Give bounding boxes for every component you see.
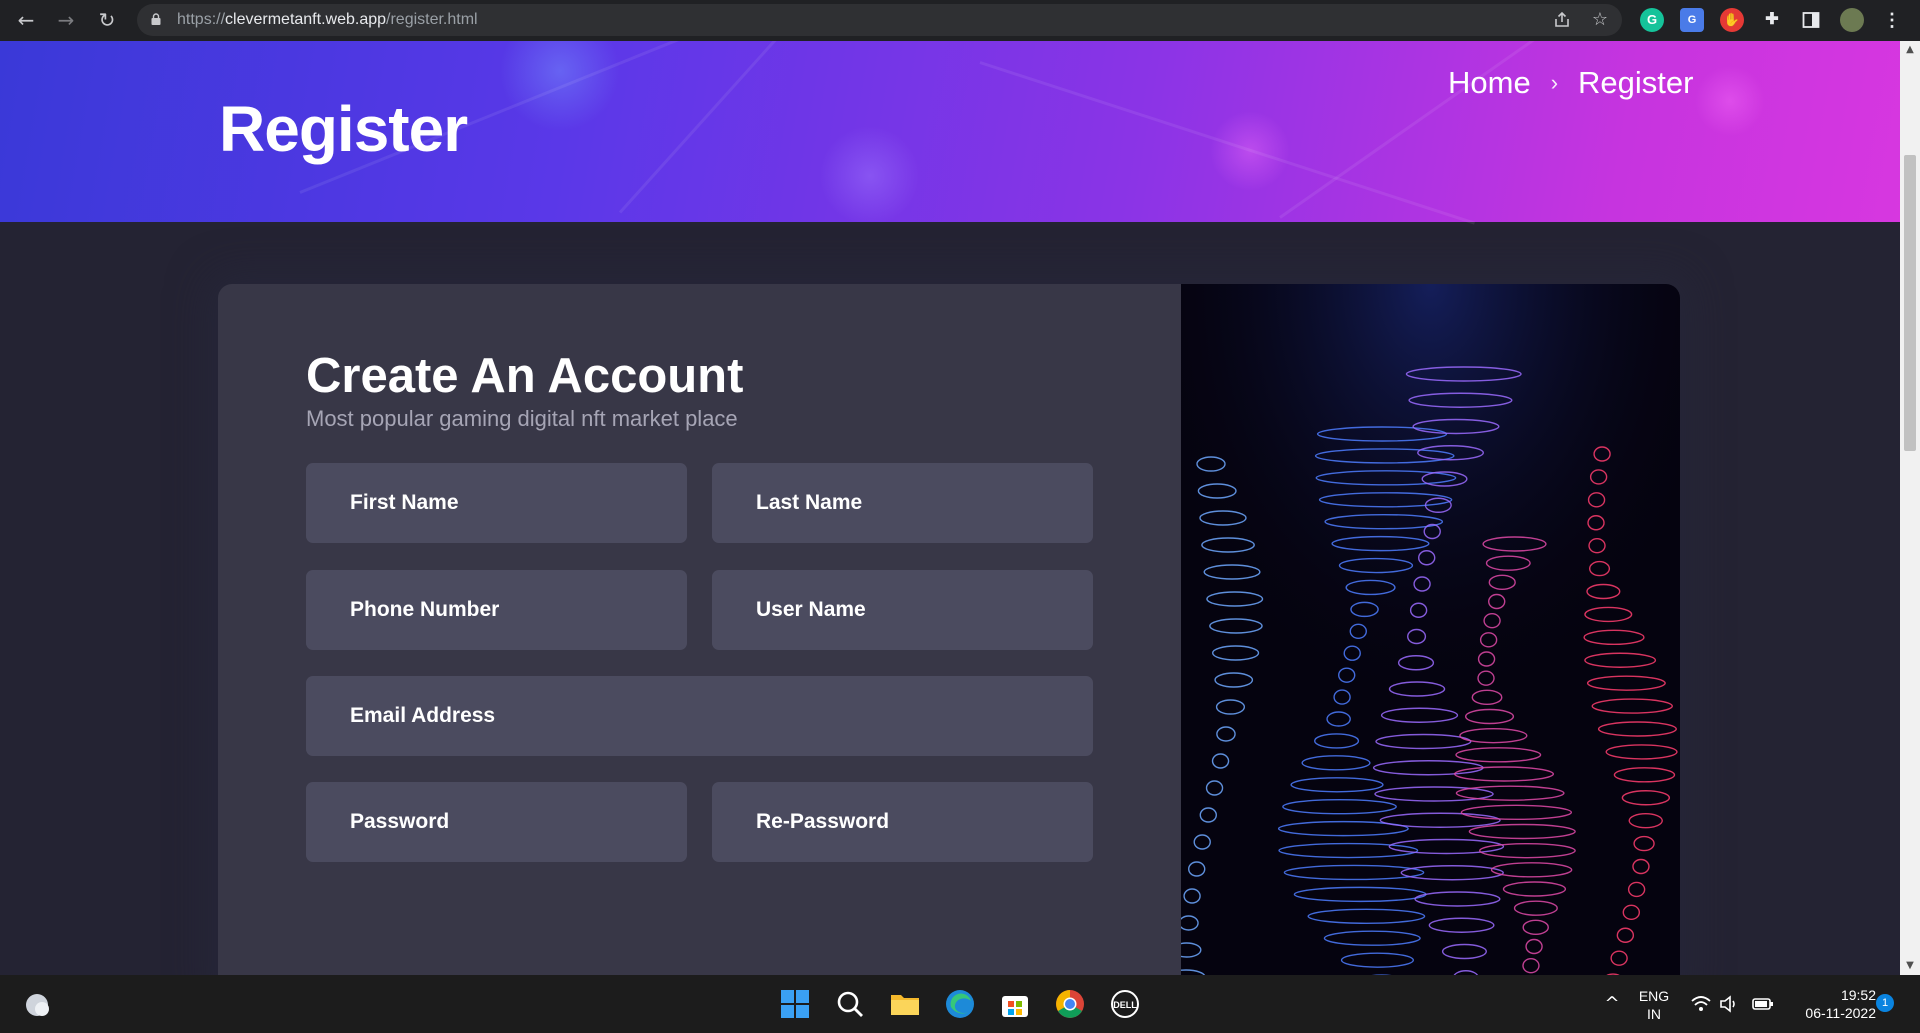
lock-icon[interactable] xyxy=(151,13,161,25)
svg-text:DELL: DELL xyxy=(1113,1000,1137,1010)
search-icon[interactable] xyxy=(833,987,867,1021)
grammarly-extension-icon[interactable]: G xyxy=(1640,8,1664,32)
breadcrumb-home-link[interactable]: Home xyxy=(1448,65,1531,101)
microsoft-store-icon[interactable] xyxy=(998,987,1032,1021)
dell-app-icon[interactable]: DELL xyxy=(1108,987,1142,1021)
weather-icon[interactable] xyxy=(20,987,54,1021)
battery-icon[interactable] xyxy=(1751,993,1775,1015)
bookmark-star-icon[interactable]: ☆ xyxy=(1588,8,1612,32)
email-input[interactable] xyxy=(306,676,1093,756)
share-icon[interactable] xyxy=(1550,8,1574,32)
url-path: /register.html xyxy=(386,11,478,28)
page-scrollbar[interactable]: ▲ ▼ xyxy=(1900,41,1920,975)
back-arrow-icon[interactable]: ← xyxy=(12,6,40,34)
language-line-1: ENG xyxy=(1638,988,1670,1004)
scroll-up-arrow-icon[interactable]: ▲ xyxy=(1904,45,1916,55)
last-name-input[interactable] xyxy=(712,463,1093,543)
side-panel-icon[interactable] xyxy=(1799,8,1823,32)
scrollbar-thumb[interactable] xyxy=(1904,155,1916,451)
language-line-2: IN xyxy=(1647,1006,1661,1022)
password-input[interactable] xyxy=(306,782,687,862)
windows-taskbar: DELL ^ ENG IN 19:52 06-11-2022 1 xyxy=(0,975,1920,1033)
volume-icon[interactable] xyxy=(1718,993,1740,1015)
page-viewport: Register Home › Register Create An Accou… xyxy=(0,41,1900,975)
file-explorer-icon[interactable] xyxy=(888,987,922,1021)
breadcrumb: Home › Register xyxy=(1448,65,1693,101)
first-name-input[interactable] xyxy=(306,463,687,543)
translate-extension-icon[interactable]: G xyxy=(1680,8,1704,32)
user-name-input[interactable] xyxy=(712,570,1093,650)
scroll-down-arrow-icon[interactable]: ▼ xyxy=(1904,961,1916,971)
wifi-icon[interactable] xyxy=(1690,993,1712,1015)
menu-kebab-icon[interactable]: ⋮ xyxy=(1880,8,1904,32)
breadcrumb-chevron-icon: › xyxy=(1550,70,1559,95)
hero-banner: Register Home › Register xyxy=(0,41,1900,225)
adblock-extension-icon[interactable]: ✋ xyxy=(1720,8,1744,32)
clock-date: 06-11-2022 xyxy=(1805,1005,1876,1021)
reload-icon[interactable]: ↻ xyxy=(93,6,121,34)
clock[interactable]: 19:52 06-11-2022 xyxy=(1782,986,1876,1022)
address-bar[interactable]: https://clevermetanft.web.app/register.h… xyxy=(137,4,1622,36)
profile-avatar[interactable] xyxy=(1840,8,1864,32)
windows-start-icon[interactable] xyxy=(778,987,812,1021)
phone-number-input[interactable] xyxy=(306,570,687,650)
notification-badge[interactable]: 1 xyxy=(1876,994,1894,1012)
url-host: clevermetanft.web.app xyxy=(225,11,387,28)
forward-arrow-icon[interactable]: → xyxy=(52,6,80,34)
language-indicator[interactable]: ENG IN xyxy=(1636,987,1672,1023)
browser-toolbar: ← → ↻ https://clevermetanft.web.app/regi… xyxy=(0,0,1920,41)
re-password-input[interactable] xyxy=(712,782,1093,862)
url-scheme: https:// xyxy=(177,11,226,28)
extensions-puzzle-icon[interactable]: ✚ xyxy=(1760,8,1784,32)
form-subtitle: Most popular gaming digital nft market p… xyxy=(306,406,738,431)
nft-artwork-image xyxy=(1181,284,1680,975)
show-hidden-icons-chevron-icon[interactable]: ^ xyxy=(1600,989,1624,1019)
register-card: Create An Account Most popular gaming di… xyxy=(218,284,1680,975)
clock-time: 19:52 xyxy=(1840,987,1876,1003)
chrome-browser-icon[interactable] xyxy=(1053,987,1087,1021)
page-title: Register xyxy=(219,92,468,165)
url-text[interactable]: https://clevermetanft.web.app/register.h… xyxy=(177,4,478,36)
form-title: Create An Account xyxy=(306,349,744,403)
breadcrumb-current: Register xyxy=(1578,65,1694,100)
edge-browser-icon[interactable] xyxy=(943,987,977,1021)
